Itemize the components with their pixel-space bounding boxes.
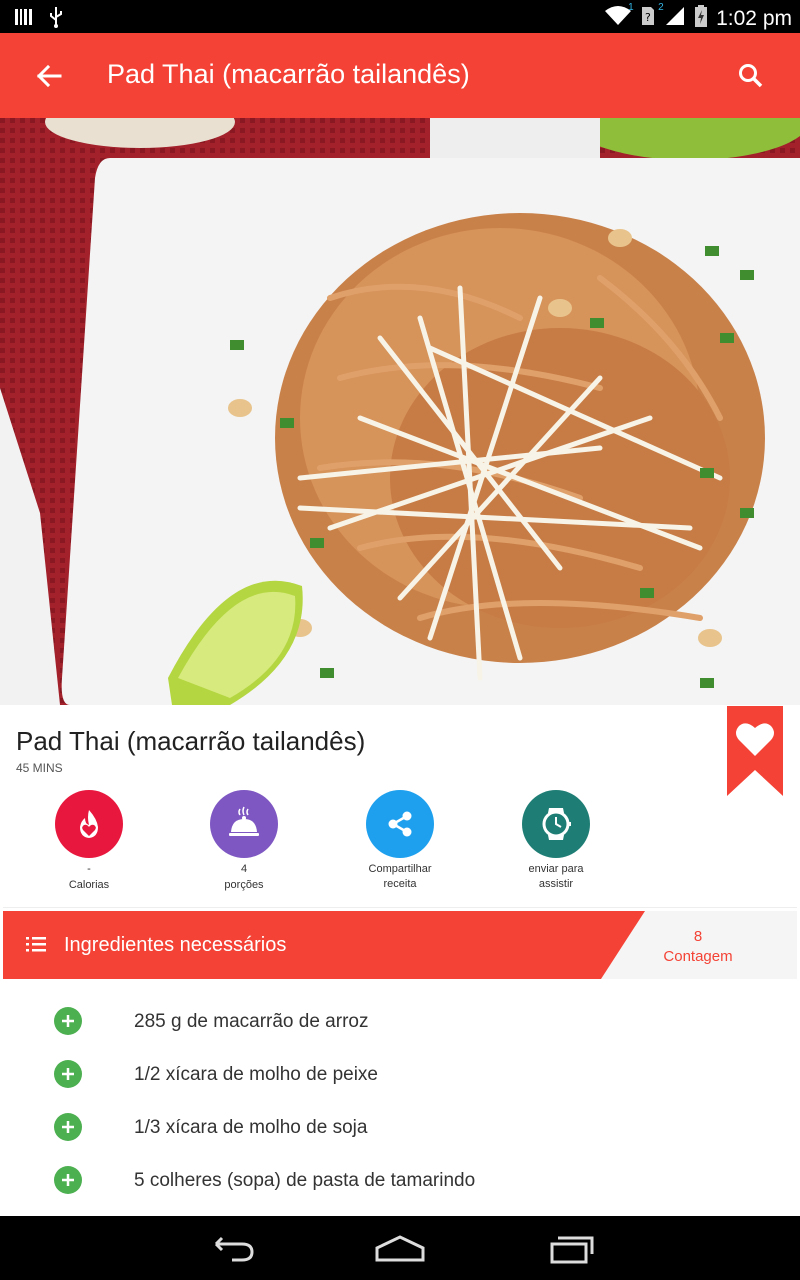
system-nav-bar (0, 1216, 800, 1280)
watch-label-line1: enviar para (528, 863, 584, 875)
ingredient-text: 285 g de macarrão de arroz (134, 1011, 369, 1032)
servings-label: porções (224, 879, 264, 891)
calories-flame-icon (80, 810, 98, 838)
ingredient-count: 8 Contagem (643, 927, 753, 967)
ingredients-header: Ingredientes necessários 8 Contagem (3, 911, 797, 979)
plus-icon (62, 1121, 74, 1133)
recipe-title: Pad Thai (macarrão tailandês) (16, 726, 366, 756)
add-ingredient-button[interactable] (54, 1113, 82, 1141)
watch-icon (542, 808, 571, 840)
serving-cloche-icon (229, 806, 259, 836)
app-bar: Pad Thai (macarrão tailandês) (0, 33, 800, 118)
servings-value: 4 (240, 863, 248, 875)
servings-info: 4 porções (184, 790, 304, 893)
add-ingredient-button[interactable] (54, 1166, 82, 1194)
app-bar-title: Pad Thai (macarrão tailandês) (107, 59, 470, 89)
ingredients-title: Ingredientes necessários (64, 934, 287, 956)
ingredient-text: 5 colheres (sopa) de pasta de tamarindo (134, 1170, 476, 1191)
add-ingredient-button[interactable] (54, 1007, 82, 1035)
ingredient-item: 1/2 xícara de molho de peixe (0, 1060, 800, 1113)
plus-icon (62, 1174, 74, 1186)
no-sim-icon: 1 ? (628, 2, 656, 32)
calories-label: Calorias (68, 879, 110, 891)
ingredient-item: 5 colheres (sopa) de pasta de tamarindo (0, 1166, 800, 1219)
send-to-watch-button[interactable]: enviar para assistir (496, 790, 616, 891)
sim1-label: 1 (628, 2, 634, 13)
barcode-icon (14, 7, 34, 32)
share-recipe-button[interactable]: Compartilhar receita (340, 790, 460, 891)
share-label-line1: Compartilhar (368, 863, 432, 875)
plus-icon (62, 1015, 74, 1027)
ingredient-text: 1/3 xícara de molho de soja (134, 1117, 368, 1138)
nav-recents-icon[interactable] (544, 1232, 600, 1268)
list-icon (26, 935, 48, 960)
ingredient-item: 285 g de macarrão de arroz (0, 1007, 800, 1060)
hero-food-image (0, 118, 800, 705)
share-label-line2: receita (383, 878, 417, 890)
recipe-time: 45 MINS (16, 761, 63, 775)
ingredient-count-label: Contagem (663, 948, 733, 965)
plus-icon (62, 1068, 74, 1080)
status-bar: 1 ? 2 1:02 pm (0, 0, 800, 33)
signal-icon: 2 (658, 2, 686, 32)
sim2-label: 2 (658, 2, 664, 13)
share-icon (388, 811, 412, 837)
calories-circle (55, 790, 123, 858)
usb-icon (48, 6, 64, 33)
watch-label-line2: assistir (538, 878, 574, 890)
calories-info: - Calorias (29, 790, 149, 893)
favorite-bookmark-button[interactable] (727, 706, 783, 796)
clock: 1:02 pm (716, 6, 792, 30)
servings-circle (210, 790, 278, 858)
add-ingredient-button[interactable] (54, 1060, 82, 1088)
battery-charging-icon (694, 4, 708, 33)
search-icon[interactable] (732, 57, 770, 95)
ingredient-text: 1/2 xícara de molho de peixe (134, 1064, 378, 1085)
nav-back-icon[interactable] (202, 1232, 258, 1268)
calories-value: - (87, 863, 91, 875)
share-circle[interactable] (366, 790, 434, 858)
svg-text:?: ? (645, 11, 651, 24)
ingredient-count-value: 8 (693, 928, 703, 945)
recipe-card: Pad Thai (macarrão tailandês) 45 MINS - … (3, 706, 797, 908)
nav-home-icon[interactable] (372, 1232, 428, 1268)
watch-circle[interactable] (522, 790, 590, 858)
ingredient-item: 1/3 xícara de molho de soja (0, 1113, 800, 1166)
arrow-back-icon[interactable] (30, 57, 68, 95)
